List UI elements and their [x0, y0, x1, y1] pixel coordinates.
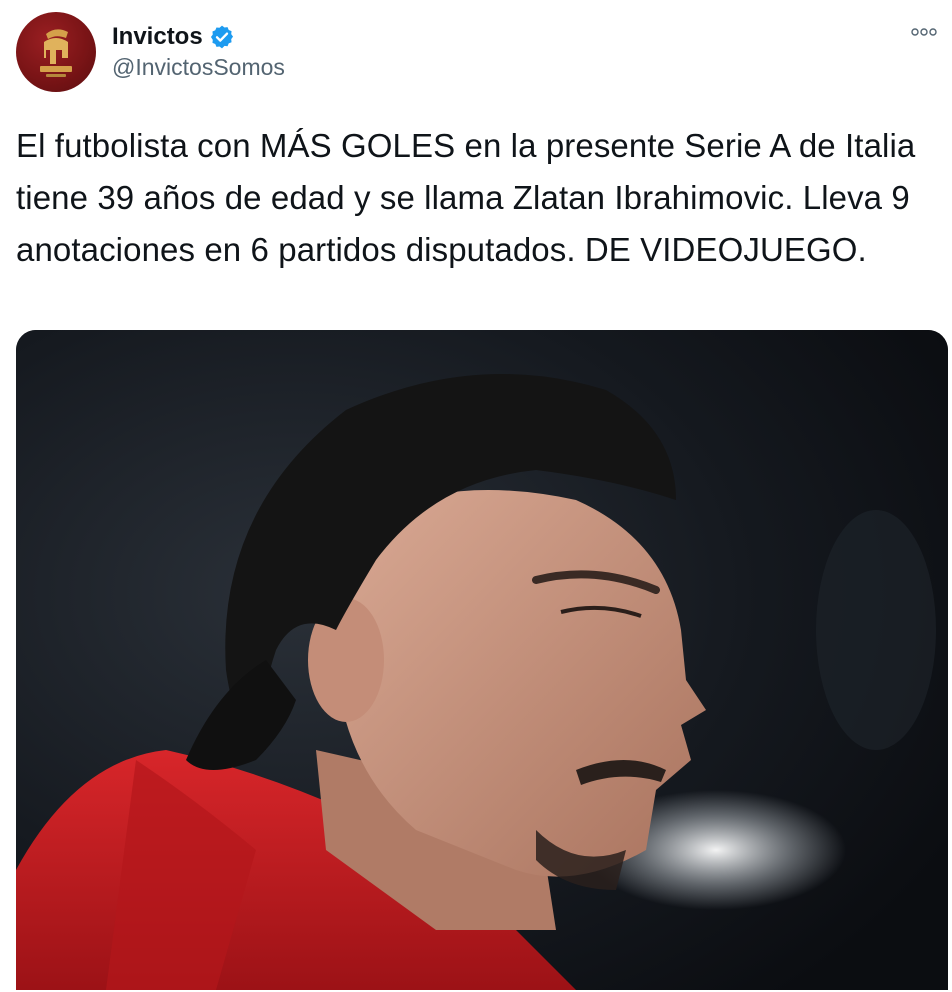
tweet-photo[interactable]: [16, 330, 948, 990]
display-name[interactable]: Invictos: [112, 23, 203, 51]
player-photo: [16, 330, 948, 990]
tweet-card: Invictos @InvictosSomos El futbolista co…: [0, 0, 952, 992]
author-name-row: Invictos: [112, 22, 235, 52]
spartan-helmet-logo: [40, 29, 72, 77]
verified-badge-icon: [209, 24, 235, 50]
handle[interactable]: @InvictosSomos: [112, 54, 285, 81]
tweet-text: El futbolista con MÁS GOLES en la presen…: [16, 127, 916, 268]
more-options-icon[interactable]: [906, 18, 942, 46]
avatar[interactable]: [16, 12, 96, 92]
